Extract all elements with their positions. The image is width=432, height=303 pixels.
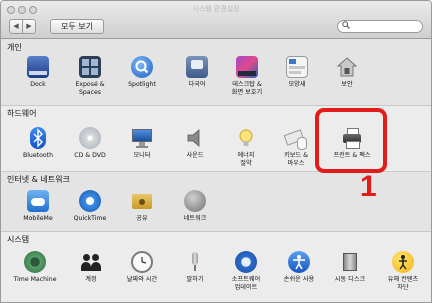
accounts-icon (80, 251, 102, 273)
pref-cd-dvd[interactable]: CD & DVD (62, 127, 118, 160)
network-icon (184, 190, 206, 212)
pref-speech[interactable]: 말하기 (167, 251, 223, 284)
pref-expose-spaces[interactable]: Exposé & Spaces (62, 56, 118, 97)
startup-disk-icon (339, 251, 361, 273)
pref-quicktime[interactable]: QuickTime (62, 190, 118, 223)
pref-dock[interactable]: Dock (10, 56, 66, 89)
search-field[interactable] (337, 20, 423, 33)
desktop-icon (236, 56, 258, 78)
window-title: 시스템 환경설정 (192, 5, 240, 13)
forward-button[interactable]: ▶ (22, 19, 36, 34)
accessibility-icon (288, 251, 310, 273)
energy-icon (235, 127, 257, 149)
pref-appearance[interactable]: 모양새 (269, 56, 325, 89)
section-personal: 개인 Dock Exposé & Spaces Spotlight 다국어 데스… (1, 39, 431, 105)
highlight-box (315, 108, 387, 173)
pref-spotlight[interactable]: Spotlight (114, 56, 170, 89)
pref-energy-saver[interactable]: 에너지 절약 (218, 127, 274, 168)
sound-icon (184, 127, 206, 149)
keyboard-mouse-icon (283, 127, 307, 150)
mobileme-icon (27, 190, 49, 212)
section-divider (1, 231, 431, 232)
pref-date-time[interactable]: 날짜와 시간 (114, 251, 170, 284)
spotlight-icon (131, 56, 153, 78)
pref-software-update[interactable]: 소프트웨어 업데이트 (218, 251, 274, 292)
pref-universal-access[interactable]: 손쉬운 사용 (271, 251, 327, 284)
pref-parental-controls[interactable]: 유해 컨텐츠 차단 (375, 251, 431, 292)
pref-mobileme[interactable]: MobileMe (10, 190, 66, 223)
dock-icon (27, 56, 49, 78)
sharing-icon (131, 190, 153, 212)
section-label: 인터넷 & 네트워크 (7, 175, 70, 184)
monitor-icon (131, 127, 153, 149)
security-icon (336, 56, 358, 78)
pref-time-machine[interactable]: Time Machine (6, 251, 64, 284)
section-label: 시스템 (7, 235, 30, 244)
pref-displays[interactable]: 모니터 (114, 127, 170, 160)
pref-sharing[interactable]: 공유 (114, 190, 170, 223)
speech-icon (184, 251, 206, 273)
title-bar: 시스템 환경설정 ◀ ▶ 모두 보기 (1, 1, 431, 39)
quicktime-icon (79, 190, 101, 212)
pref-startup-disk[interactable]: 시동 디스크 (322, 251, 378, 284)
date-time-icon (131, 251, 153, 273)
expose-icon (79, 56, 101, 78)
magnifier-icon (342, 21, 350, 32)
section-system: 시스템 Time Machine 계정 날짜와 시간 말하기 소프트웨어 업데이… (1, 231, 431, 302)
bluetooth-icon (30, 127, 46, 149)
pref-security[interactable]: 보안 (319, 56, 375, 89)
cd-dvd-icon (79, 127, 101, 149)
section-label: 개인 (7, 43, 22, 52)
time-machine-icon (24, 251, 46, 273)
show-all-button[interactable]: 모두 보기 (50, 19, 104, 34)
pref-accounts[interactable]: 계정 (63, 251, 119, 284)
section-label: 하드웨어 (7, 109, 37, 118)
pref-network[interactable]: 네트워크 (167, 190, 223, 223)
back-button[interactable]: ◀ (9, 19, 23, 34)
parental-controls-icon (392, 251, 414, 273)
pref-desktop-screensaver[interactable]: 데스크탑 & 화면 보호기 (219, 56, 275, 97)
software-update-icon (235, 251, 257, 273)
step-number: 1 (360, 170, 377, 203)
section-divider (1, 105, 431, 106)
appearance-icon (286, 56, 308, 78)
language-icon (186, 56, 208, 78)
pref-bluetooth[interactable]: Bluetooth (10, 127, 66, 160)
pref-sound[interactable]: 사운드 (167, 127, 223, 160)
pref-language[interactable]: 다국어 (169, 56, 225, 89)
